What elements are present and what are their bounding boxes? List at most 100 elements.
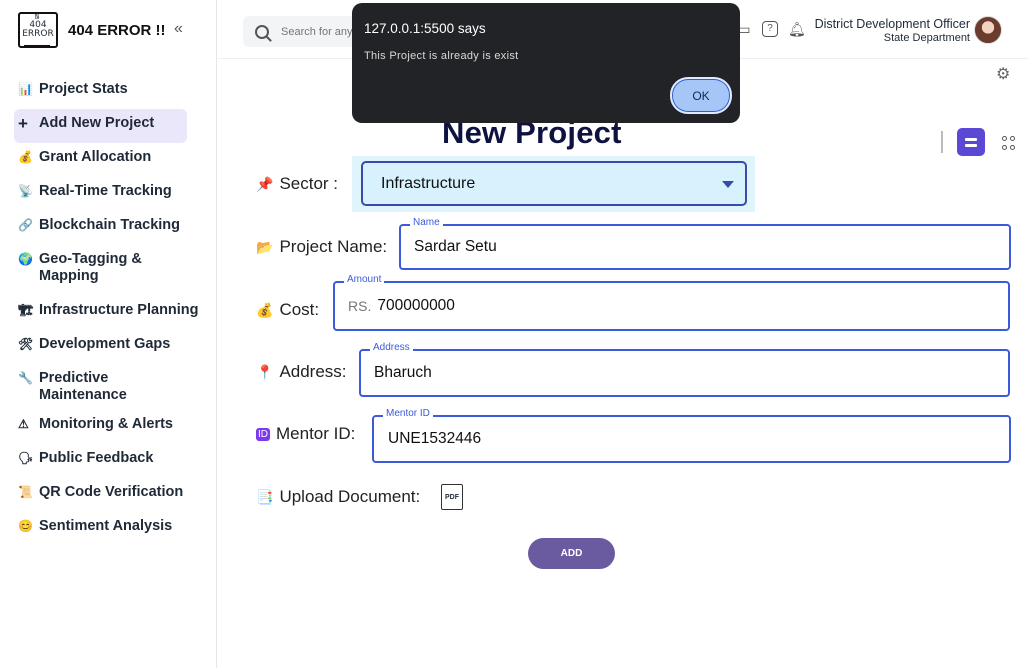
sidebar-item-label: Add New Project	[39, 115, 155, 131]
upload-label: Upload Document:	[279, 487, 421, 506]
alert-title: 127.0.0.1:5500 says	[364, 21, 486, 36]
wifi-icon: ᯾	[34, 12, 40, 20]
help-icon[interactable]: ?	[762, 21, 778, 37]
mentor-id-field[interactable]: Mentor ID UNE1532446	[372, 408, 1011, 463]
mentor-legend: Mentor ID	[383, 408, 433, 419]
sidebar-item-grant-allocation[interactable]: 💰 Grant Allocation	[14, 143, 204, 177]
sector-select[interactable]: Infrastructure	[361, 161, 747, 206]
chart-icon: 📊	[18, 82, 33, 96]
plus-icon: +	[18, 114, 28, 133]
toolbar-divider	[941, 131, 943, 153]
wrench-icon: 🔧	[18, 371, 33, 385]
sidebar-item-label: QR Code Verification	[39, 484, 184, 500]
alert-message: This Project is already is exist	[364, 50, 519, 62]
project-name-field[interactable]: Name Sardar Setu	[399, 217, 1011, 270]
link-icon: 🔗	[18, 218, 33, 232]
upload-label-row: 📑 Upload Document:	[256, 487, 420, 507]
sidebar-item-qr-code-verification[interactable]: 📜 QR Code Verification	[14, 478, 204, 512]
speaking-head-icon: 🗣	[18, 451, 34, 465]
address-label: Address:	[279, 362, 347, 381]
sidebar-item-geo-tagging[interactable]: 🌍 Geo-Tagging & Mapping	[14, 245, 204, 296]
grid-view-icon[interactable]	[1002, 136, 1016, 150]
document-icon: 📑	[256, 488, 274, 505]
construction-icon: 🏗	[18, 303, 34, 317]
sidebar-item-add-new-project[interactable]: + Add New Project	[14, 109, 187, 143]
user-info[interactable]: District Development Officer State Depar…	[815, 17, 970, 45]
address-label-row: 📍 Address:	[256, 362, 347, 382]
app-root: ᯾ 404 ERROR 404 ERROR !! « 📊 Project Sta…	[0, 0, 1028, 668]
mentor-id-value: UNE1532446	[388, 430, 482, 447]
sidebar-item-label: Infrastructure Planning	[39, 302, 199, 318]
name-legend: Name	[410, 217, 443, 228]
sidebar-item-label: Predictive Maintenance	[38, 370, 127, 403]
sidebar-item-label: Public Feedback	[39, 450, 154, 466]
cost-label: Cost:	[279, 300, 320, 319]
sidebar-item-label: Project Stats	[39, 81, 128, 97]
bell-icon[interactable]: 🔔︎	[788, 21, 806, 37]
pdf-upload-icon[interactable]: PDF	[441, 484, 463, 510]
sidebar-item-public-feedback[interactable]: 🗣 Public Feedback	[14, 444, 204, 478]
sidebar-item-predictive-maintenance[interactable]: 🔧 Predictive Maintenance	[14, 364, 204, 410]
list-view-button[interactable]	[957, 128, 985, 156]
currency-prefix: RS.	[348, 298, 372, 314]
address-legend: Address	[370, 342, 413, 353]
brand[interactable]: ᯾ 404 ERROR 404 ERROR !!	[18, 12, 166, 48]
sector-highlight: Infrastructure	[352, 156, 755, 212]
cost-legend: Amount	[344, 274, 385, 285]
location-pin-icon: 📍	[256, 363, 274, 380]
sidebar: ᯾ 404 ERROR 404 ERROR !! « 📊 Project Sta…	[0, 0, 217, 668]
sidebar-item-sentiment-analysis[interactable]: 😊 Sentiment Analysis	[14, 512, 204, 546]
project-name-value: Sardar Setu	[414, 238, 497, 255]
sidebar-item-label: Sentiment Analysis	[39, 518, 173, 534]
warning-icon: ⚠	[18, 417, 29, 431]
smiley-icon: 😊	[18, 519, 33, 533]
pushpin-icon: 📌	[256, 175, 274, 192]
name-label-row: 📂 Project Name:	[256, 237, 387, 257]
sidebar-item-real-time-tracking[interactable]: 📡 Real-Time Tracking	[14, 177, 204, 211]
brand-title: 404 ERROR !!	[68, 21, 166, 39]
sector-value: Infrastructure	[381, 174, 476, 192]
sidebar-item-label: Real-Time Tracking	[39, 183, 172, 199]
sidebar-item-infrastructure-planning[interactable]: 🏗 Infrastructure Planning	[14, 296, 204, 330]
sidebar-item-blockchain-tracking[interactable]: 🔗 Blockchain Tracking	[14, 211, 204, 245]
list-bar	[965, 137, 977, 141]
sidebar-menu: 📊 Project Stats + Add New Project 💰 Gran…	[14, 75, 204, 546]
id-icon: ID	[256, 427, 270, 441]
sidebar-item-label: Blockchain Tracking	[39, 217, 181, 233]
pdf-text: PDF	[445, 493, 459, 501]
header-icons: ▭ ? 🔔︎	[736, 21, 806, 37]
globe-icon: 🌍	[18, 252, 33, 266]
user-role: State Department	[883, 32, 970, 44]
sidebar-item-label: Grant Allocation	[39, 149, 152, 165]
logo-icon: ᯾ 404 ERROR	[18, 12, 58, 48]
name-label: Project Name:	[279, 237, 388, 256]
collapse-sidebar-icon[interactable]: «	[174, 20, 183, 38]
list-bar	[965, 143, 977, 147]
money-bag-icon: 💰	[256, 301, 274, 318]
sidebar-item-development-gaps[interactable]: 🛠 Development Gaps	[14, 330, 204, 364]
search-icon	[255, 24, 269, 39]
avatar[interactable]	[974, 16, 1002, 44]
logo-text: 404 ERROR	[22, 20, 54, 39]
chevron-down-icon	[722, 181, 734, 188]
money-bag-icon: 💰	[18, 150, 33, 164]
add-button[interactable]: ADD	[528, 538, 615, 569]
sidebar-item-label: Monitoring & Alerts	[39, 416, 173, 432]
sidebar-item-label: Development Gaps	[39, 336, 171, 352]
alert-ok-button[interactable]: OK	[670, 77, 732, 114]
address-value: Bharuch	[374, 364, 432, 381]
mentor-label-row: ID Mentor ID:	[256, 424, 355, 444]
sector-label: Sector :	[279, 174, 339, 193]
user-name: District Development Officer	[814, 17, 970, 31]
logo-stand	[24, 45, 50, 49]
gear-icon[interactable]: ⚙	[996, 64, 1010, 84]
sector-label-row: 📌 Sector :	[256, 174, 338, 194]
cost-field[interactable]: Amount RS. 700000000	[333, 274, 1010, 331]
folder-icon: 📂	[256, 238, 274, 255]
sidebar-item-project-stats[interactable]: 📊 Project Stats	[14, 75, 204, 109]
sidebar-item-monitoring-alerts[interactable]: ⚠ Monitoring & Alerts	[14, 410, 204, 444]
sidebar-item-label: Geo-Tagging & Mapping	[39, 251, 142, 284]
scroll-icon: 📜	[18, 485, 33, 499]
tools-icon: 🛠	[18, 337, 34, 351]
address-field[interactable]: Address Bharuch	[359, 342, 1010, 397]
